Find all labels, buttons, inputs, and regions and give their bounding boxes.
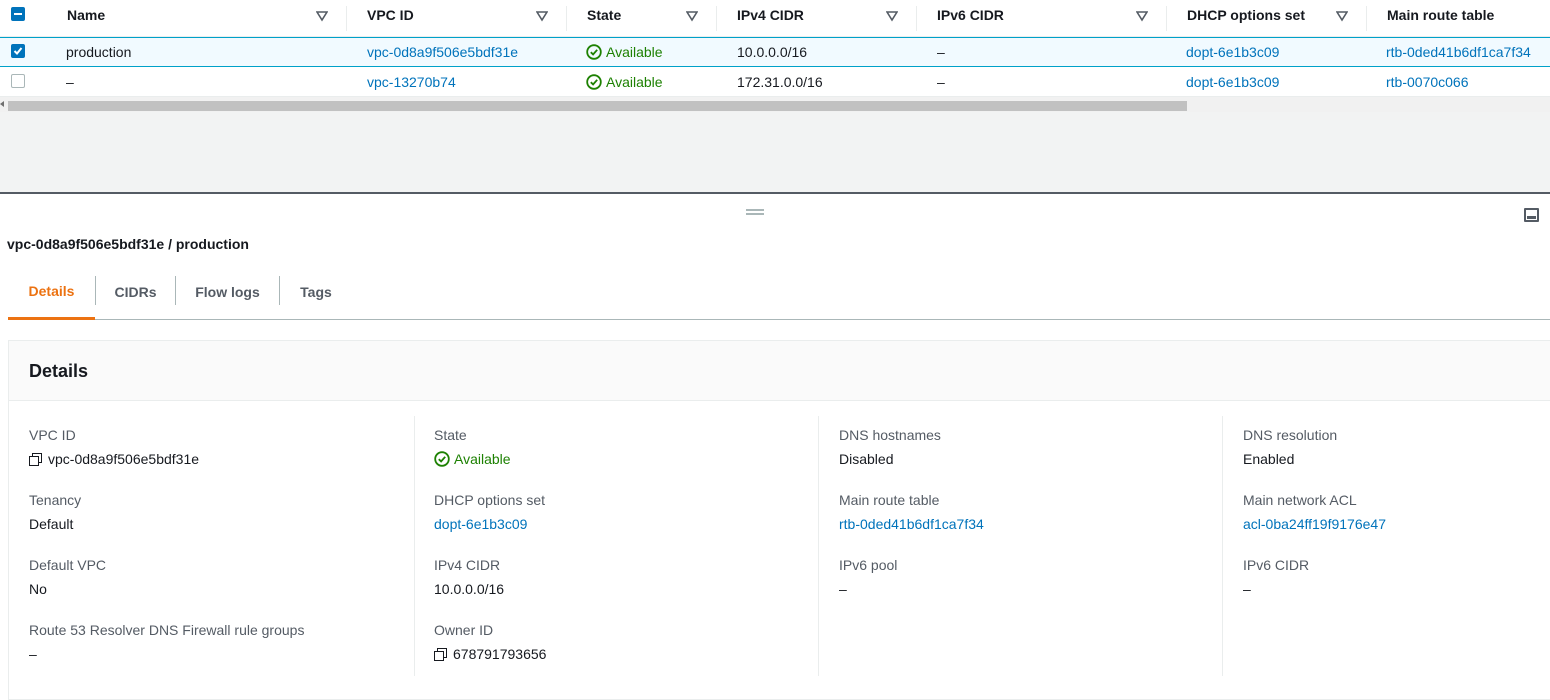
details-heading: Details xyxy=(29,361,89,381)
value-network-acl-link[interactable]: acl-0ba24ff19f9176e47 xyxy=(1243,516,1386,532)
value-dhcp-link[interactable]: dopt-6e1b3c09 xyxy=(434,516,545,532)
details-card-header: Details xyxy=(9,341,1550,401)
cell-vpc-id-link[interactable]: vpc-0d8a9f506e5bdf31e xyxy=(367,38,518,66)
label-owner-id: Owner ID xyxy=(434,622,494,638)
state-text: Available xyxy=(606,73,663,90)
cell-state: Available xyxy=(586,38,663,66)
details-column-3: DNS hostnames Disabled Main route table … xyxy=(839,415,1219,677)
label-dns-resolution: DNS resolution xyxy=(1243,427,1338,443)
value-dns-firewall: – xyxy=(29,646,37,662)
detail-tabs: Details CIDRs Flow logs Tags xyxy=(8,265,1550,320)
label-main-network-acl: Main network ACL xyxy=(1243,492,1357,508)
split-panel-divider xyxy=(0,192,1550,194)
copy-icon[interactable] xyxy=(434,647,447,661)
details-column-1: VPC ID vpc-0d8a9f506e5bdf31e Tenancy Def… xyxy=(29,415,409,677)
column-divider[interactable] xyxy=(716,6,717,31)
label-ipv6-cidr: IPv6 CIDR xyxy=(1243,557,1310,573)
filter-icon[interactable] xyxy=(1336,10,1348,22)
tab-details[interactable]: Details xyxy=(8,265,95,320)
cell-ipv6-cidr: – xyxy=(937,73,945,90)
resize-handle-icon[interactable] xyxy=(746,209,764,215)
table-row[interactable]: – vpc-13270b74 Available 172.31.0.0/16 –… xyxy=(0,67,1550,97)
scroll-left-icon[interactable] xyxy=(0,101,4,107)
select-all-checkbox[interactable] xyxy=(11,7,25,21)
state-text: Available xyxy=(606,44,663,60)
details-column-4: DNS resolution Enabled Main network ACL … xyxy=(1243,415,1543,677)
cell-vpc-id-link[interactable]: vpc-13270b74 xyxy=(367,67,456,96)
row-checkbox[interactable] xyxy=(11,44,25,58)
label-tenancy: Tenancy xyxy=(29,492,82,508)
cell-name: production xyxy=(66,44,132,60)
tab-cidrs[interactable]: CIDRs xyxy=(96,265,175,319)
vpc-table-region: Name VPC ID State IPv4 CIDR IPv6 CIDR DH… xyxy=(0,0,1550,193)
cell-dhcp-link[interactable]: dopt-6e1b3c09 xyxy=(1186,38,1279,66)
column-divider[interactable] xyxy=(916,6,917,31)
check-circle-icon xyxy=(434,451,450,467)
value-route-table-link[interactable]: rtb-0ded41b6df1ca7f34 xyxy=(839,516,984,532)
cell-route-table-link[interactable]: rtb-0ded41b6df1ca7f34 xyxy=(1386,38,1531,66)
filter-icon[interactable] xyxy=(536,10,548,22)
check-circle-icon xyxy=(586,73,602,90)
column-divider[interactable] xyxy=(566,6,567,31)
column-header-ipv6-cidr[interactable]: IPv6 CIDR xyxy=(937,0,1004,30)
collapse-panel-icon[interactable] xyxy=(1524,208,1539,222)
table-header: Name VPC ID State IPv4 CIDR IPv6 CIDR DH… xyxy=(0,0,1550,37)
column-header-main-route-table[interactable]: Main route table xyxy=(1387,0,1494,30)
value-dns-resolution: Enabled xyxy=(1243,451,1295,467)
value-ipv6-pool: – xyxy=(839,581,847,597)
value-default-vpc: No xyxy=(29,581,47,597)
check-circle-icon xyxy=(586,44,602,60)
value-ipv6-cidr: – xyxy=(1243,581,1251,597)
column-header-dhcp-options-set[interactable]: DHCP options set xyxy=(1187,0,1305,30)
scrollbar-thumb[interactable] xyxy=(8,101,1187,111)
tab-tags[interactable]: Tags xyxy=(280,265,352,319)
value-dns-hostnames: Disabled xyxy=(839,451,894,467)
cell-name: – xyxy=(66,73,74,90)
column-separator xyxy=(818,416,819,676)
column-divider[interactable] xyxy=(1166,6,1167,31)
column-header-state[interactable]: State xyxy=(587,0,621,30)
row-checkbox[interactable] xyxy=(11,74,25,88)
label-state: State xyxy=(434,427,467,443)
filter-icon[interactable] xyxy=(1136,10,1148,22)
value-owner-id: 678791793656 xyxy=(453,646,547,662)
label-ipv6-pool: IPv6 pool xyxy=(839,557,898,573)
column-separator xyxy=(414,416,415,676)
copy-icon[interactable] xyxy=(29,452,42,466)
value-tenancy: Default xyxy=(29,516,74,532)
column-header-ipv4-cidr[interactable]: IPv4 CIDR xyxy=(737,0,804,30)
cell-dhcp-link[interactable]: dopt-6e1b3c09 xyxy=(1186,67,1279,96)
label-dns-firewall: Route 53 Resolver DNS Firewall rule grou… xyxy=(29,622,305,638)
cell-ipv4-cidr: 172.31.0.0/16 xyxy=(737,73,823,90)
label-dns-hostnames: DNS hostnames xyxy=(839,427,941,443)
label-vpc-id: VPC ID xyxy=(29,427,76,443)
tab-flow-logs[interactable]: Flow logs xyxy=(176,265,279,319)
details-card: Details VPC ID vpc-0d8a9f506e5bdf31e Ten… xyxy=(8,340,1550,700)
column-header-vpc-id[interactable]: VPC ID xyxy=(367,0,414,30)
value-state: Available xyxy=(454,451,511,467)
vpc-table: Name VPC ID State IPv4 CIDR IPv6 CIDR DH… xyxy=(0,0,1550,112)
value-vpc-id: vpc-0d8a9f506e5bdf31e xyxy=(48,451,200,467)
filter-icon[interactable] xyxy=(886,10,898,22)
column-separator xyxy=(1222,416,1223,676)
cell-state: Available xyxy=(586,67,663,96)
filter-icon[interactable] xyxy=(686,10,698,22)
details-column-2: State Available DHCP options set dopt-6e… xyxy=(434,415,814,677)
column-divider[interactable] xyxy=(1366,6,1367,31)
column-header-name[interactable]: Name xyxy=(67,0,105,30)
cell-ipv6-cidr: – xyxy=(937,44,945,60)
cell-route-table-link[interactable]: rtb-0070c066 xyxy=(1386,67,1469,96)
cell-ipv4-cidr: 10.0.0.0/16 xyxy=(737,44,808,60)
value-ipv4-cidr: 10.0.0.0/16 xyxy=(434,581,505,597)
label-main-route-table: Main route table xyxy=(839,492,940,508)
label-dhcp-options-set: DHCP options set xyxy=(434,492,546,508)
column-divider[interactable] xyxy=(346,6,347,31)
filter-icon[interactable] xyxy=(316,10,328,22)
label-default-vpc: Default VPC xyxy=(29,557,107,573)
label-ipv4-cidr: IPv4 CIDR xyxy=(434,557,501,573)
table-row[interactable]: production vpc-0d8a9f506e5bdf31e Availab… xyxy=(0,37,1550,67)
panel-title: vpc-0d8a9f506e5bdf31e / production xyxy=(7,236,249,252)
